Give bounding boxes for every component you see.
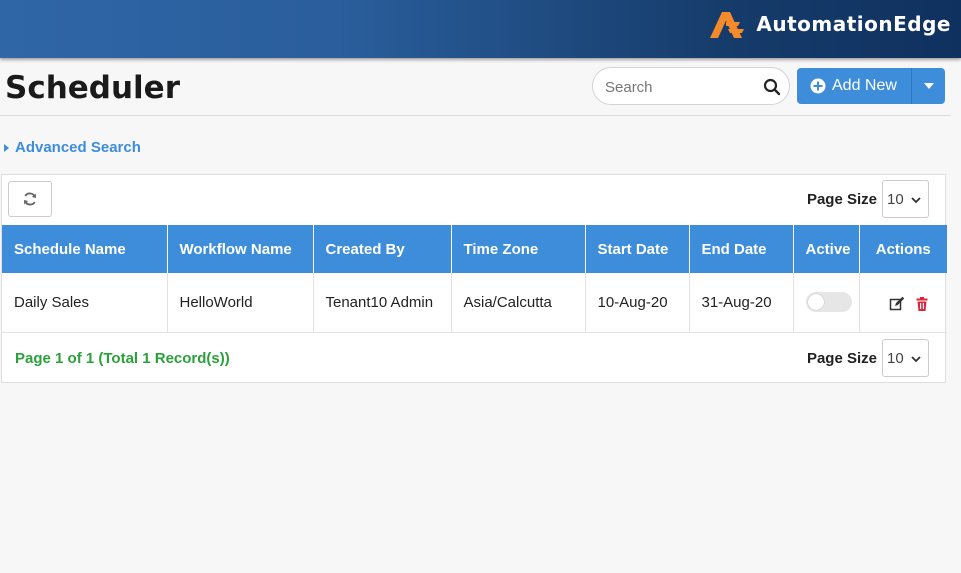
page-size-select[interactable]: 10	[882, 180, 929, 218]
cell-start-date: 10-Aug-20	[585, 273, 690, 333]
column-header[interactable]: Active	[793, 225, 860, 273]
page-size-label: Page Size	[806, 349, 877, 367]
caret-down-icon	[923, 83, 934, 89]
automationedge-logo-icon	[710, 12, 745, 38]
search-icon[interactable]	[763, 78, 781, 96]
cell-active	[793, 273, 860, 333]
cell-time-zone: Asia/Calcutta	[451, 273, 586, 333]
advanced-search-label: Advanced Search	[15, 139, 141, 156]
refresh-icon	[24, 192, 36, 206]
column-header[interactable]: Created By	[313, 225, 452, 273]
cell-actions	[859, 273, 948, 333]
search-box[interactable]	[592, 67, 790, 105]
chevron-down-icon	[911, 356, 921, 363]
column-header[interactable]: Start Date	[585, 225, 690, 273]
chevron-down-icon	[911, 197, 921, 204]
cell-schedule-name: Daily Sales	[2, 273, 168, 333]
brand-logo: AutomationEdge	[708, 6, 951, 42]
top-header-bar: AutomationEdge	[0, 0, 961, 58]
column-header[interactable]: End Date	[689, 225, 794, 273]
table-header-row: Schedule Name Workflow Name Created By T…	[2, 225, 947, 273]
brand-name: AutomationEdge	[756, 12, 951, 36]
page-size-top: Page Size 10	[807, 180, 929, 218]
title-divider	[0, 115, 951, 116]
delete-icon[interactable]	[914, 296, 930, 312]
refresh-button[interactable]	[8, 181, 52, 217]
page-size-value: 10	[887, 349, 904, 367]
table-row[interactable]: Daily Sales HelloWorld Tenant10 Admin As…	[2, 273, 948, 333]
column-header[interactable]: Workflow Name	[167, 225, 314, 273]
page-size-value: 10	[887, 190, 904, 208]
schedules-panel: Page Size 10 Schedule Name Workflow Name…	[1, 174, 947, 383]
column-header[interactable]: Time Zone	[451, 225, 586, 273]
plus-circle-icon	[810, 78, 826, 94]
page-title: Scheduler	[5, 70, 180, 106]
page-size-select[interactable]: 10	[882, 339, 929, 377]
schedules-table: Schedule Name Workflow Name Created By T…	[2, 225, 947, 333]
advanced-search-toggle[interactable]: Advanced Search	[4, 139, 141, 156]
edit-icon[interactable]	[889, 296, 905, 312]
caret-right-icon	[4, 143, 9, 152]
column-header[interactable]: Schedule Name	[2, 225, 168, 273]
add-new-button[interactable]: Add New	[797, 68, 912, 104]
cell-created-by: Tenant10 Admin	[313, 273, 452, 333]
toggle-knob	[807, 294, 824, 311]
cell-workflow-name: HelloWorld	[167, 273, 314, 333]
cell-end-date: 31-Aug-20	[689, 273, 794, 333]
add-new-label: Add New	[832, 77, 897, 94]
column-header: Actions	[859, 225, 947, 273]
add-new-dropdown-toggle[interactable]	[912, 68, 945, 104]
search-input[interactable]	[605, 77, 755, 97]
page-size-label: Page Size	[806, 190, 877, 208]
pagination-status: Page 1 of 1 (Total 1 Record(s))	[15, 350, 230, 367]
add-new-button-group: Add New	[797, 68, 945, 104]
active-toggle[interactable]	[805, 292, 852, 313]
page-size-bottom: Page Size 10	[807, 339, 929, 377]
row-actions	[872, 292, 948, 312]
